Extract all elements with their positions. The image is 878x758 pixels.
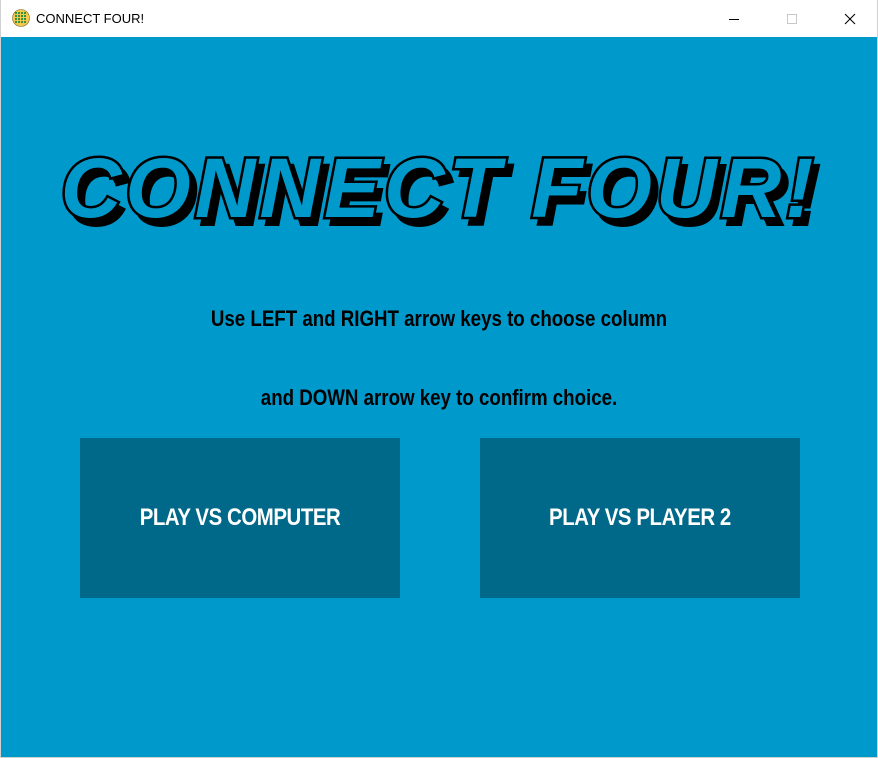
instructions-line-2: and DOWN arrow key to confirm choice. bbox=[260, 385, 618, 410]
app-window: CONNECT FOUR! CONNECT FOUR! CONNECT FOUR… bbox=[0, 0, 878, 758]
logo-text: CONNECT FOUR! bbox=[61, 141, 818, 235]
app-icon bbox=[12, 9, 30, 27]
play-vs-player2-button[interactable]: PLAY VS PLAYER 2 bbox=[480, 438, 800, 598]
minimize-icon bbox=[729, 18, 739, 20]
game-logo: CONNECT FOUR! CONNECT FOUR! bbox=[58, 139, 821, 245]
close-icon bbox=[844, 13, 856, 24]
window-title: CONNECT FOUR! bbox=[36, 11, 145, 26]
minimize-button[interactable] bbox=[711, 0, 757, 37]
instructions-line-1: Use LEFT and RIGHT arrow keys to choose … bbox=[210, 306, 668, 331]
game-menu: CONNECT FOUR! CONNECT FOUR! Use LEFT and… bbox=[1, 37, 877, 757]
maximize-icon bbox=[787, 13, 797, 24]
play-vs-computer-label: PLAY VS COMPUTER bbox=[139, 504, 341, 531]
close-button[interactable] bbox=[827, 0, 873, 37]
play-vs-player2-label: PLAY VS PLAYER 2 bbox=[549, 504, 731, 531]
play-vs-computer-button[interactable]: PLAY VS COMPUTER bbox=[80, 438, 400, 598]
title-bar[interactable]: CONNECT FOUR! bbox=[1, 0, 877, 37]
maximize-button[interactable] bbox=[769, 0, 815, 37]
